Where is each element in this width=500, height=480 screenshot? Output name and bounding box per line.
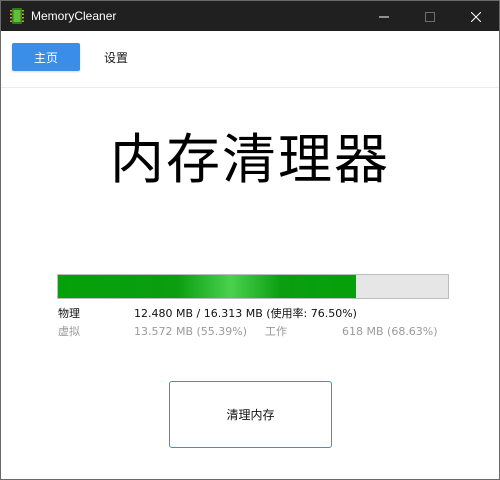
memory-usage-progress: [57, 274, 449, 299]
maximize-icon: [425, 7, 435, 26]
app-window: MemoryCleaner 主页 设置 内存清理器 物理 12.480 MB /…: [0, 0, 500, 480]
physical-memory-label: 物理: [58, 307, 80, 320]
memory-usage-progress-fill: [58, 275, 357, 298]
window-title: MemoryCleaner: [31, 9, 117, 23]
maximize-button[interactable]: [407, 1, 453, 31]
virtual-memory-label: 虚拟: [58, 325, 80, 338]
working-set-value: 618 MB (68.63%): [342, 325, 438, 338]
minimize-icon: [379, 7, 389, 26]
clean-memory-button[interactable]: 清理内存: [169, 381, 332, 448]
title-bar[interactable]: MemoryCleaner: [1, 1, 499, 31]
minimize-button[interactable]: [361, 1, 407, 31]
physical-memory-value: 12.480 MB / 16.313 MB (使用率: 76.50%): [134, 307, 357, 320]
memory-chip-icon: [10, 8, 24, 24]
tab-settings[interactable]: 设置: [91, 43, 141, 71]
header-divider: [1, 87, 499, 88]
virtual-memory-value: 13.572 MB (55.39%): [134, 325, 248, 338]
close-icon: [470, 7, 482, 26]
close-button[interactable]: [453, 1, 499, 31]
page-title: 内存清理器: [110, 128, 390, 191]
tab-home[interactable]: 主页: [12, 43, 80, 71]
working-set-label: 工作: [265, 325, 287, 338]
